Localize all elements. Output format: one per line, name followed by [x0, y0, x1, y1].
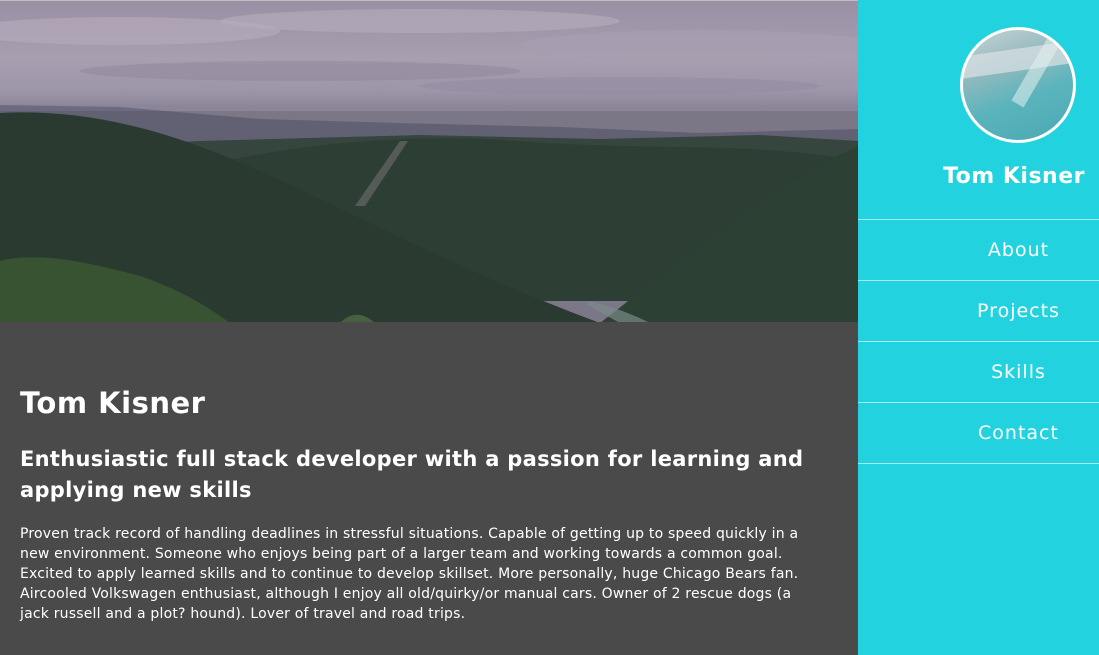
avatar — [960, 27, 1076, 143]
page-title: Tom Kisner — [20, 386, 206, 420]
page: Tom Kisner Enthusiastic full stack devel… — [0, 0, 1099, 655]
tagline: Enthusiastic full stack developer with a… — [20, 447, 804, 502]
hero-image — [0, 0, 858, 322]
sidebar-nav: About Projects Skills Contact — [858, 219, 1099, 464]
landscape-illustration — [0, 9, 858, 322]
nav-item-about[interactable]: About — [858, 220, 1099, 281]
nav-item-skills[interactable]: Skills — [858, 342, 1099, 403]
about-section: Tom Kisner Enthusiastic full stack devel… — [0, 322, 858, 655]
sidebar: Tom Kisner About Projects Skills Contact — [858, 0, 1099, 655]
bio-paragraph: Proven track record of handling deadline… — [20, 526, 799, 622]
nav-item-contact[interactable]: Contact — [858, 403, 1099, 464]
sidebar-name: Tom Kisner — [943, 164, 1085, 189]
nav-item-projects[interactable]: Projects — [858, 281, 1099, 342]
